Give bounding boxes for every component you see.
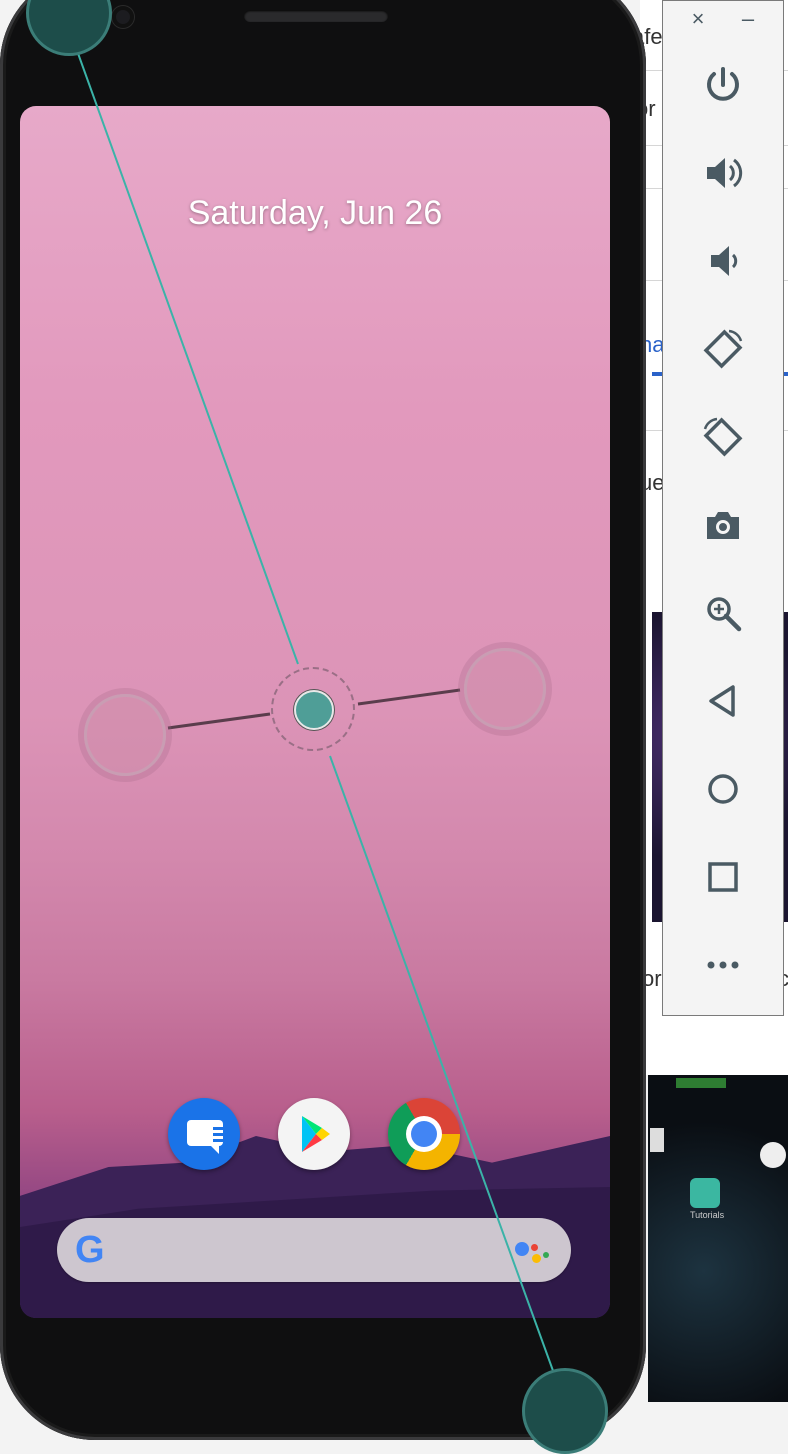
overview-button[interactable] [698, 852, 748, 902]
zoom-button[interactable] [698, 588, 748, 638]
more-icon [707, 961, 739, 969]
more-button[interactable] [698, 940, 748, 990]
rotate-left-button[interactable] [698, 324, 748, 374]
back-button[interactable] [698, 676, 748, 726]
rotate-right-button[interactable] [698, 412, 748, 462]
volume-down-icon [711, 246, 738, 276]
zoom-in-icon [707, 597, 742, 632]
drag-handle-bottom[interactable] [522, 1368, 608, 1454]
touch-point-right[interactable] [464, 648, 546, 730]
close-button[interactable]: × [683, 5, 713, 33]
rotate-left-icon [703, 329, 743, 369]
screenshot-button[interactable] [698, 500, 748, 550]
volume-up-icon [707, 158, 743, 188]
power-icon [707, 67, 739, 101]
home-button[interactable] [698, 764, 748, 814]
volume-down-button[interactable] [698, 236, 748, 286]
back-icon [709, 685, 735, 717]
volume-up-button[interactable] [698, 148, 748, 198]
minimize-button[interactable]: – [733, 5, 763, 33]
camera-icon [707, 512, 739, 539]
overview-icon [708, 862, 738, 892]
touch-point-left[interactable] [84, 694, 166, 776]
rotate-right-icon [703, 417, 743, 457]
home-icon [708, 774, 738, 804]
emulator-toolbar: × – [662, 0, 784, 1016]
pinch-center-handle[interactable] [294, 690, 334, 730]
power-button[interactable] [698, 60, 748, 110]
